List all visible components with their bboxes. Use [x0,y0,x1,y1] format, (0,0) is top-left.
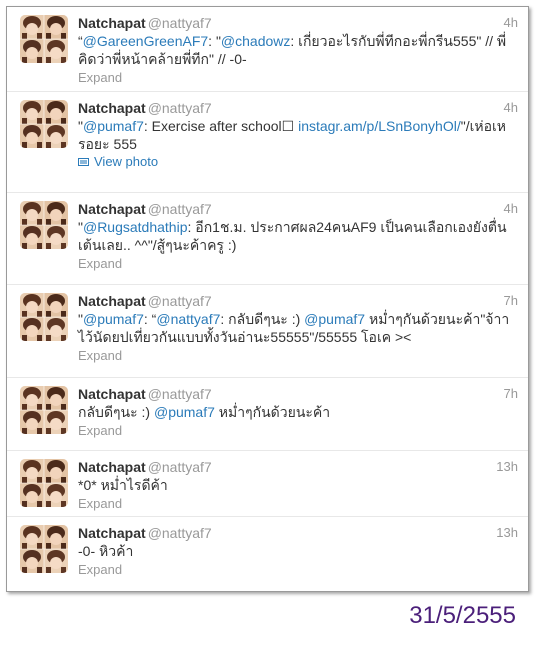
author-fullname[interactable]: Natchapat [78,100,146,116]
avatar[interactable] [20,293,68,341]
tweet-timestamp[interactable]: 13h [496,524,518,542]
tweet-link[interactable]: @pumaf7 [83,311,144,327]
avatar[interactable] [20,386,68,434]
tweet-item[interactable]: Natchapat @nattyaf7 13h *0* หม่ำไรดีค้า Expa… [7,451,528,517]
avatar[interactable] [20,201,68,249]
tweet-link[interactable]: @chadowz [221,33,290,49]
avatar[interactable] [20,525,68,573]
author-username[interactable]: @nattyaf7 [148,201,212,217]
tweet-text-segment: *0* หม่ำไรดีค้า [78,477,168,493]
tweet-text: "@pumaf7: “@nattyaf7: กลับดีๆนะ :) @puma… [78,310,518,346]
author-username[interactable]: @nattyaf7 [148,459,212,475]
view-photo-label: View photo [94,154,159,169]
tweet-text: *0* หม่ำไรดีค้า [78,476,518,494]
author-username[interactable]: @nattyaf7 [148,15,212,31]
author-fullname[interactable]: Natchapat [78,201,146,217]
timeline-frame: Natchapat @nattyaf7 4h “@GareenGreenAF7: "@… [6,6,529,592]
tweet-text: "@Rugsatdhathip: อีก1ช.ม. ประกาศผล24คนAF… [78,218,518,254]
tweet-item[interactable]: Natchapat @nattyaf7 4h "@pumaf7: Exercise a… [7,92,528,193]
expand-link[interactable]: Expand [78,69,518,87]
tweet-text: "@pumaf7: Exercise after school☐ instagr… [78,117,518,153]
tweet-text-segment: หม่ำๆกันด้วยนะค้า [214,404,331,420]
tweet-text: กลับดีๆนะ :) @pumaf7 หม่ำๆกันด้วยนะค้า [78,403,518,421]
avatar[interactable] [20,15,68,63]
author-username[interactable]: @nattyaf7 [148,386,212,402]
tweet-header: Natchapat @nattyaf7 [78,458,518,476]
photo-icon [78,158,89,166]
author-fullname[interactable]: Natchapat [78,15,146,31]
tweet-text-segment: กลับดีๆนะ :) [78,404,154,420]
expand-link[interactable]: Expand [78,347,518,365]
tweet-header: Natchapat @nattyaf7 [78,99,518,117]
tweet-link[interactable]: @Rugsatdhathip [83,219,188,235]
author-username[interactable]: @nattyaf7 [148,525,212,541]
tweet-item[interactable]: Natchapat @nattyaf7 7h "@pumaf7: “@nattyaf7… [7,285,528,378]
tweet-link[interactable]: @pumaf7 [304,311,365,327]
tweet-item[interactable]: Natchapat @nattyaf7 7h กลับดีๆนะ :) @pumaf7… [7,378,528,451]
tweet-header: Natchapat @nattyaf7 [78,385,518,403]
tweet-text-segment: -0- หิวค้า [78,543,134,559]
author-fullname[interactable]: Natchapat [78,293,146,309]
tweet-link[interactable]: @pumaf7 [154,404,215,420]
tweet-text: “@GareenGreenAF7: "@chadowz: เกี่ยวอะไรก… [78,32,518,68]
tweet-timestamp[interactable]: 4h [504,99,518,117]
tweet-timestamp[interactable]: 4h [504,14,518,32]
author-username[interactable]: @nattyaf7 [148,293,212,309]
tweet-header: Natchapat @nattyaf7 [78,14,518,32]
tweet-header: Natchapat @nattyaf7 [78,200,518,218]
author-fullname[interactable]: Natchapat [78,386,146,402]
tweet-link[interactable]: @nattyaf7 [156,311,220,327]
view-photo-link[interactable]: View photo [78,153,518,171]
tweet-timestamp[interactable]: 7h [504,292,518,310]
expand-link[interactable]: Expand [78,422,518,440]
tweet-text-segment: : “ [143,311,157,327]
avatar[interactable] [20,100,68,148]
author-fullname[interactable]: Natchapat [78,525,146,541]
expand-link[interactable]: Expand [78,561,518,579]
expand-link[interactable]: Expand [78,255,518,273]
tweet-text: -0- หิวค้า [78,542,518,560]
tweet-link[interactable]: @pumaf7 [83,118,144,134]
expand-link[interactable]: Expand [78,495,518,513]
tweet-timestamp[interactable]: 4h [504,200,518,218]
date-stamp: 31/5/2555 [409,602,516,629]
tweet-text-segment: : " [208,33,221,49]
tweet-item[interactable]: Natchapat @nattyaf7 4h "@Rugsatdhathip: อีก… [7,193,528,285]
author-fullname[interactable]: Natchapat [78,459,146,475]
tweet-timestamp[interactable]: 7h [504,385,518,403]
tweet-header: Natchapat @nattyaf7 [78,292,518,310]
tweet-text-segment: : Exercise after school☐ [143,118,299,134]
tweet-header: Natchapat @nattyaf7 [78,524,518,542]
tweet-timeline: Natchapat @nattyaf7 4h “@GareenGreenAF7: "@… [7,7,528,591]
tweet-item[interactable]: Natchapat @nattyaf7 13h -0- หิวค้า Expand [7,517,528,591]
tweet-link[interactable]: @GareenGreenAF7 [83,33,209,49]
avatar[interactable] [20,459,68,507]
tweet-text-segment: : กลับดีๆนะ :) [220,311,305,327]
tweet-timestamp[interactable]: 13h [496,458,518,476]
author-username[interactable]: @nattyaf7 [148,100,212,116]
tweet-item[interactable]: Natchapat @nattyaf7 4h “@GareenGreenAF7: "@… [7,7,528,92]
tweet-link[interactable]: instagr.am/p/LSnBonyhOl/ [298,118,461,134]
